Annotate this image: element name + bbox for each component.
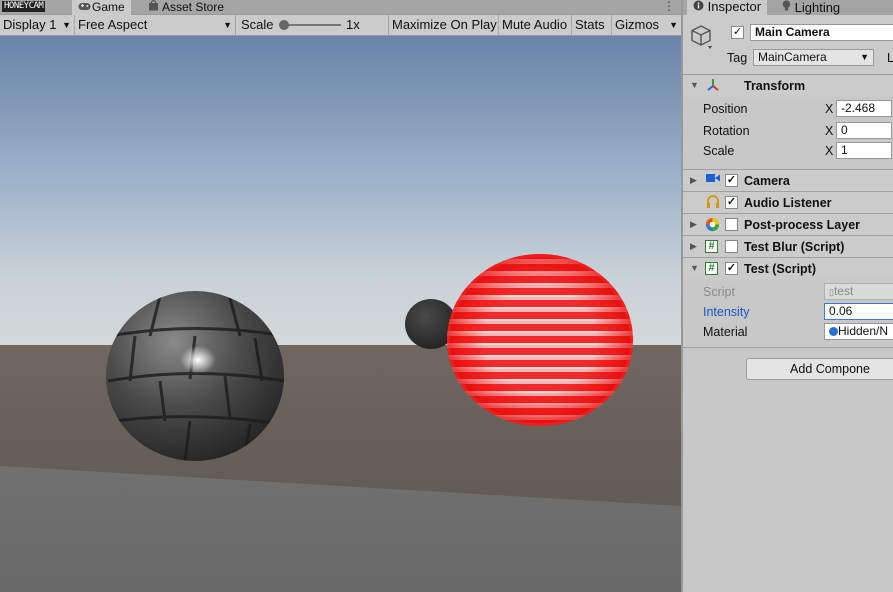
divider	[683, 347, 893, 348]
game-scene-viewport[interactable]	[0, 36, 681, 592]
foldout-expanded-icon: ▼	[690, 80, 699, 90]
dropdown-arrow-icon: ▼	[223, 20, 232, 30]
game-toolbar: Display 1 ▼ Free Aspect ▼ Scale 1x Maxim…	[0, 15, 681, 36]
gameobject-name-field[interactable]: Main Camera	[750, 24, 893, 41]
material-label: Material	[703, 325, 748, 339]
material-field[interactable]: Hidden/N	[824, 323, 893, 340]
position-label: Position	[703, 102, 748, 116]
foldout-collapsed-icon: ▶	[690, 175, 697, 185]
gameobject-cube-icon	[691, 24, 713, 53]
script-reference-value: test	[833, 284, 854, 298]
stats-label: Stats	[575, 17, 605, 32]
scale-label: Scale	[703, 144, 735, 158]
intensity-field[interactable]: 0.06	[824, 303, 893, 320]
scale-value: 1x	[346, 17, 360, 32]
camera-enabled-checkbox[interactable]: ✓	[725, 174, 738, 187]
aspect-dropdown-label: Free Aspect	[78, 17, 148, 32]
more-options-icon[interactable]: ⋮	[663, 0, 675, 13]
tag-dropdown[interactable]: MainCamera ▼	[753, 49, 874, 66]
tab-lighting[interactable]: Lighting	[776, 0, 846, 15]
gameobject-active-checkbox[interactable]: ✓	[731, 26, 744, 39]
component-transform-header[interactable]: ▼ Transform	[683, 75, 893, 97]
tag-dropdown-value: MainCamera	[758, 50, 827, 64]
rotation-x-field[interactable]: 0	[836, 122, 892, 139]
tab-asset-store-label: Asset Store	[162, 0, 225, 14]
headphones-icon	[705, 195, 720, 210]
tab-lighting-label: Lighting	[794, 0, 841, 15]
stone-sphere	[106, 291, 284, 461]
tab-asset-store[interactable]: Asset Store	[142, 0, 230, 15]
dropdown-arrow-icon: ▼	[669, 20, 678, 30]
add-component-button[interactable]: Add Compone	[746, 358, 893, 380]
camera-title: Camera	[744, 174, 790, 188]
tag-label: Tag	[727, 51, 748, 65]
gamepad-icon	[78, 0, 92, 14]
inspector-tab-bar: Inspector Lighting	[683, 0, 893, 15]
mute-audio-label: Mute Audio	[502, 17, 568, 32]
camera-icon	[705, 173, 720, 188]
game-view-panel: HONEYCAM Game Asset Store ⋮ Display 1 ▼ …	[0, 0, 681, 592]
transform-axes-icon	[705, 78, 720, 93]
script-icon: #	[705, 240, 718, 253]
red-striped-sphere	[447, 254, 633, 426]
script-icon: #	[705, 262, 718, 275]
tab-game-label: Game	[92, 0, 125, 14]
test-blur-title: Test Blur (Script)	[744, 240, 845, 254]
dropdown-arrow-icon: ▼	[62, 20, 71, 30]
component-test-blur-header[interactable]: ▶ # Test Blur (Script)	[683, 235, 893, 257]
dropdown-arrow-icon: ▼	[860, 52, 869, 62]
intensity-label: Intensity	[703, 305, 750, 319]
post-process-layer-title: Post-process Layer	[744, 218, 861, 232]
layer-label: L	[887, 51, 893, 65]
test-blur-enabled-checkbox[interactable]	[725, 240, 738, 253]
maximize-on-play-toggle[interactable]: Maximize On Play	[389, 15, 499, 35]
foldout-collapsed-icon: ▶	[690, 219, 697, 229]
lightbulb-icon	[782, 0, 795, 15]
info-icon	[693, 0, 708, 14]
scale-slider-track[interactable]	[281, 24, 341, 26]
scale-x-label: X	[825, 144, 834, 158]
foldout-collapsed-icon: ▶	[690, 241, 697, 251]
component-post-process-layer-header[interactable]: ▶ Post-process Layer	[683, 213, 893, 235]
shopping-bag-icon	[148, 0, 162, 14]
inspector-panel: Inspector Lighting ✓ Main Camera Tag Mai…	[681, 0, 893, 592]
rotation-x-label: X	[825, 124, 834, 138]
script-reference-field: ▯test	[824, 283, 893, 300]
aspect-dropdown[interactable]: Free Aspect ▼	[75, 15, 236, 35]
tab-game[interactable]: Game	[72, 0, 131, 15]
unity-editor: HONEYCAM Game Asset Store ⋮ Display 1 ▼ …	[0, 0, 893, 592]
game-tab-bar: HONEYCAM Game Asset Store ⋮	[0, 0, 681, 15]
audio-listener-enabled-checkbox[interactable]: ✓	[725, 196, 738, 209]
position-x-label: X	[825, 102, 834, 116]
display-dropdown[interactable]: Display 1 ▼	[0, 15, 75, 35]
gizmos-dropdown[interactable]: Gizmos ▼	[612, 15, 681, 35]
gizmos-label: Gizmos	[615, 17, 660, 32]
component-camera-header[interactable]: ▶ ✓ Camera	[683, 169, 893, 191]
mute-audio-toggle[interactable]: Mute Audio	[499, 15, 572, 35]
watermark: HONEYCAM	[2, 1, 46, 12]
test-script-enabled-checkbox[interactable]: ✓	[725, 262, 738, 275]
audio-listener-title: Audio Listener	[744, 196, 832, 210]
color-wheel-icon	[705, 217, 720, 232]
rotation-label: Rotation	[703, 124, 750, 138]
test-script-title: Test (Script)	[744, 262, 816, 276]
gameobject-header: ✓ Main Camera Tag MainCamera ▼ L	[683, 15, 893, 75]
foldout-expanded-icon: ▼	[690, 263, 699, 273]
tab-inspector[interactable]: Inspector	[687, 0, 768, 15]
material-field-value: Hidden/N	[838, 324, 889, 338]
component-audio-listener-header[interactable]: ✓ Audio Listener	[683, 191, 893, 213]
position-x-field[interactable]: -2.468	[836, 100, 892, 117]
maximize-on-play-label: Maximize On Play	[392, 17, 497, 32]
transform-title: Transform	[744, 79, 806, 93]
stats-toggle[interactable]: Stats	[572, 15, 612, 35]
tab-inspector-label: Inspector	[707, 0, 762, 14]
scale-label: Scale	[241, 17, 274, 32]
component-test-script-header[interactable]: ▼ # ✓ Test (Script)	[683, 257, 893, 279]
scale-x-field[interactable]: 1	[836, 142, 892, 159]
script-label: Script	[703, 285, 735, 299]
scale-slider-handle[interactable]	[279, 20, 289, 30]
display-dropdown-label: Display 1	[3, 17, 57, 32]
post-process-layer-enabled-checkbox[interactable]	[725, 218, 738, 231]
material-sphere-icon	[829, 327, 838, 336]
